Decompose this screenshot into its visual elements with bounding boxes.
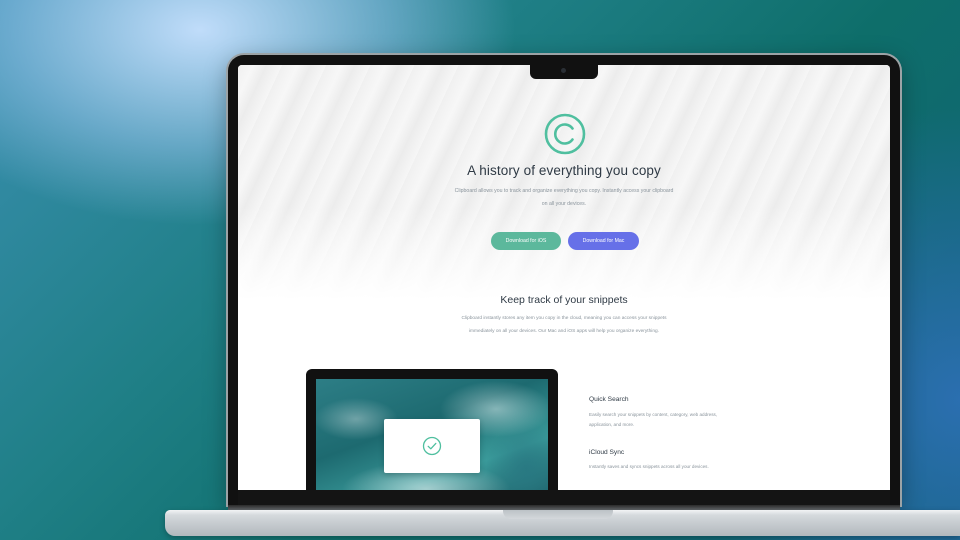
feature-icloud-sync-title: iCloud Sync — [589, 449, 625, 456]
laptop-lid: A history of everything you copy Clipboa… — [228, 55, 900, 505]
feature-quick-search-title: Quick Search — [589, 396, 629, 403]
hero-subtitle: Clipboard allows you to track and organi… — [454, 188, 674, 207]
snippets-title: Keep track of your snippets — [500, 294, 628, 306]
feature-icloud-sync-text: Instantly saves and syncs snippets acros… — [589, 464, 709, 469]
feature-quick-search-text: Easily search your snippets by content, … — [589, 412, 718, 427]
copyright-circle-icon — [544, 113, 586, 155]
trackpad-notch — [503, 510, 613, 519]
snippets-text: Clipboard instantly stores any item you … — [461, 316, 667, 334]
check-circle-icon — [422, 436, 442, 456]
website-screen: A history of everything you copy Clipboa… — [238, 65, 890, 490]
success-card — [384, 419, 480, 473]
download-ios-button[interactable]: Download for iOS — [491, 232, 561, 250]
ocean-image — [316, 379, 548, 490]
laptop-chin — [238, 490, 890, 505]
laptop-base — [165, 510, 960, 536]
hero-section: A history of everything you copy Clipboa… — [238, 65, 890, 300]
hero-title: A history of everything you copy — [467, 163, 661, 178]
camera-notch — [530, 65, 598, 79]
camera-icon — [561, 68, 566, 73]
download-mac-button[interactable]: Download for Mac — [568, 232, 639, 250]
device-mockup — [306, 369, 558, 490]
